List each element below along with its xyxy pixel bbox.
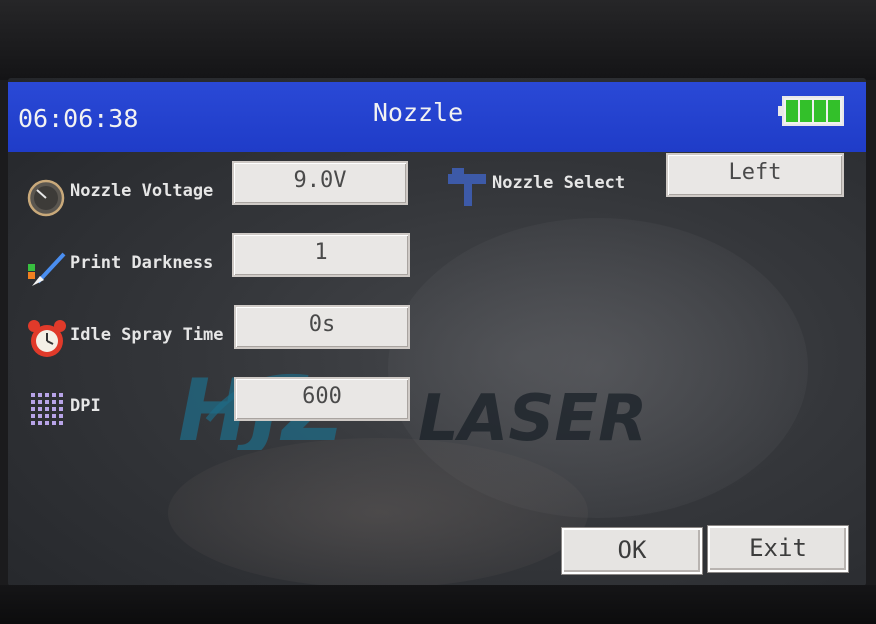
dot-grid-icon — [31, 393, 63, 425]
nozzle-icon — [448, 168, 486, 206]
screen-glare — [168, 438, 588, 586]
screen-glare — [388, 218, 808, 518]
ok-button[interactable]: OK — [562, 528, 702, 574]
nozzle-voltage-field[interactable]: 9.0V — [232, 161, 408, 205]
nozzle-voltage-label: Nozzle Voltage — [70, 181, 214, 201]
gauge-icon — [27, 179, 65, 217]
clock: 06:06:38 — [18, 104, 139, 133]
device-screen: 06:06:38 Nozzle HJZ LASER Nozzle Voltage… — [8, 78, 866, 586]
print-darkness-label: Print Darkness — [70, 253, 214, 273]
watermark-text-b: LASER — [418, 382, 647, 450]
battery-icon — [778, 96, 844, 126]
print-darkness-field[interactable]: 1 — [232, 233, 410, 277]
dpi-field[interactable]: 600 — [234, 377, 410, 421]
idle-spray-time-field[interactable]: 0s — [234, 305, 410, 349]
device-bezel-top — [0, 0, 876, 80]
idle-spray-time-label: Idle Spray Time — [70, 325, 224, 345]
nozzle-select-field[interactable]: Left — [666, 153, 844, 197]
title-bar: 06:06:38 Nozzle — [8, 82, 866, 152]
dpi-label: DPI — [70, 396, 101, 416]
exit-button[interactable]: Exit — [708, 526, 848, 572]
nozzle-select-label: Nozzle Select — [492, 173, 626, 193]
alarm-clock-icon — [28, 320, 66, 357]
device-bezel-bottom — [0, 585, 876, 624]
brush-icon — [28, 252, 66, 286]
page-title: Nozzle — [372, 98, 464, 127]
